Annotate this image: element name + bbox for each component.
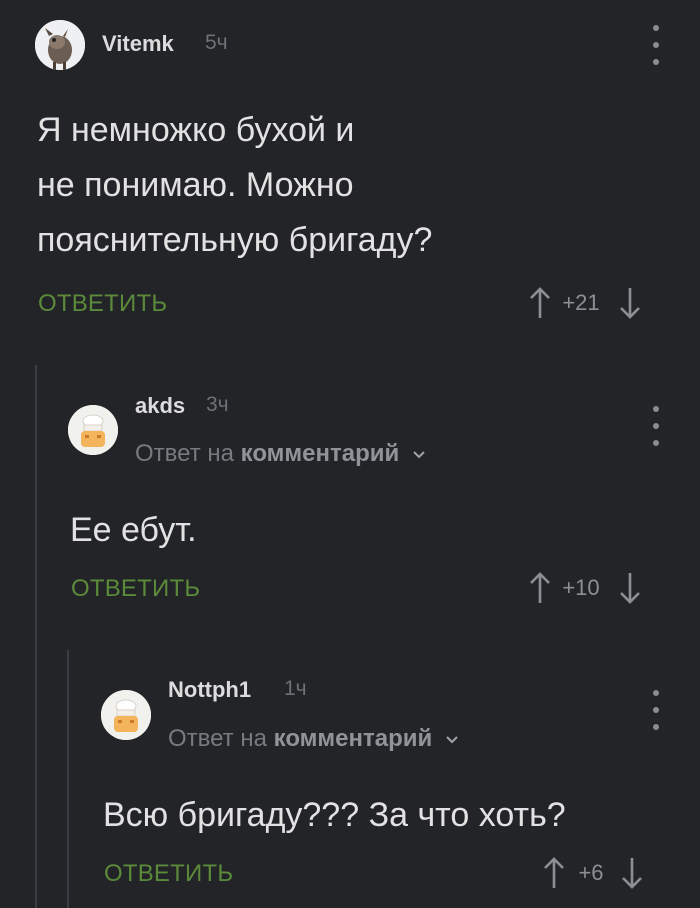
comment-text: Всю бригаду??? За что хоть? <box>103 788 566 843</box>
username[interactable]: Nottph1 <box>168 677 251 703</box>
reply-button[interactable]: ОТВЕТИТЬ <box>38 290 167 318</box>
reply-to-prefix: Ответ на <box>135 440 234 467</box>
vote-score: +6 <box>567 860 615 886</box>
avatar-image <box>35 20 85 70</box>
arrow-down-icon[interactable] <box>617 571 643 605</box>
vote-score: +10 <box>553 575 609 601</box>
vote-controls: +6 <box>541 856 645 890</box>
timestamp: 3ч <box>206 393 229 417</box>
comment-text: Ее ебут. <box>70 503 197 558</box>
username[interactable]: Vitemk <box>102 31 174 57</box>
arrow-up-icon[interactable] <box>541 856 567 890</box>
thread-line-level-2 <box>67 650 69 908</box>
avatar[interactable] <box>101 690 151 740</box>
reply-to-link[interactable]: Ответ на комментарий <box>168 725 459 753</box>
reply-to-prefix: Ответ на <box>168 725 267 752</box>
comment-text-line: пояснительную бригаду? <box>37 213 432 268</box>
kebab-menu-icon[interactable] <box>644 25 668 65</box>
avatar[interactable] <box>68 405 118 455</box>
chevron-down-icon[interactable] <box>445 735 459 745</box>
username[interactable]: akds <box>135 393 185 419</box>
arrow-down-icon[interactable] <box>617 286 643 320</box>
kebab-menu-icon[interactable] <box>644 406 668 446</box>
thread-line-level-1 <box>35 365 37 908</box>
chef-avatar-icon <box>101 690 151 740</box>
reply-to-target: комментарий <box>241 440 400 467</box>
chef-avatar-icon <box>68 405 118 455</box>
comment-text-line: Я немножко бухой и <box>37 103 354 158</box>
vote-controls: +10 <box>527 571 643 605</box>
reply-to-target: комментарий <box>274 725 433 752</box>
comment-text-line: не понимаю. Можно <box>37 158 354 213</box>
reply-button[interactable]: ОТВЕТИТЬ <box>71 575 200 603</box>
timestamp: 1ч <box>284 677 307 701</box>
reply-button[interactable]: ОТВЕТИТЬ <box>104 860 233 888</box>
vote-score: +21 <box>553 290 609 316</box>
avatar[interactable] <box>35 20 85 70</box>
vote-controls: +21 <box>527 286 643 320</box>
arrow-down-icon[interactable] <box>619 856 645 890</box>
reply-to-link[interactable]: Ответ на комментарий <box>135 440 426 468</box>
comment: Vitemk 5ч Я немножко бухой и не понимаю.… <box>0 0 700 340</box>
arrow-up-icon[interactable] <box>527 286 553 320</box>
timestamp: 5ч <box>205 31 228 55</box>
arrow-up-icon[interactable] <box>527 571 553 605</box>
chevron-down-icon[interactable] <box>412 450 426 460</box>
kebab-menu-icon[interactable] <box>644 690 668 730</box>
